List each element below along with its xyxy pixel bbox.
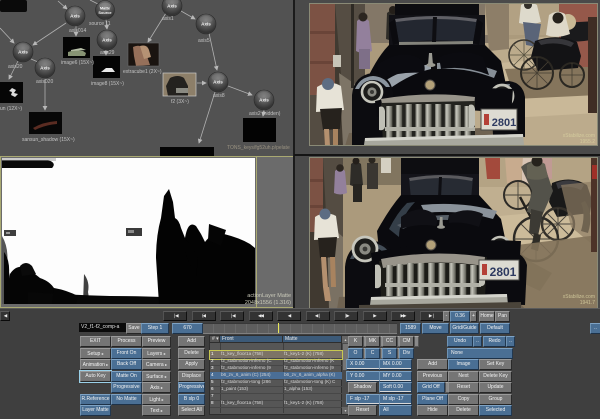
svg-text:axis5: axis5 [198,38,210,44]
svg-text:2801: 2801 [490,265,517,279]
svg-text:f2 (3X~): f2 (3X~) [171,99,189,105]
svg-text:1941.7: 1941.7 [580,300,596,306]
svg-text:axis1: axis1 [162,16,174,22]
svg-text:image8 (15X~): image8 (15X~) [91,81,124,87]
svg-text:1955.2: 1955.2 [580,139,596,145]
svg-text:Source: Source [98,10,112,15]
svg-text:axis20: axis20 [8,64,23,70]
svg-text:TONS_keys/fg52uh.p/pelate: TONS_keys/fg52uh.p/pelate [227,145,290,151]
svg-text:2801: 2801 [492,117,516,129]
svg-text:actionLayer Matte: actionLayer Matte [247,293,291,299]
svg-text:axis014: axis014 [69,28,86,34]
svg-text:axis29: axis29 [100,50,115,56]
svg-text:un (12X~): un (12X~) [0,106,22,112]
svg-text:axis2 (hidden): axis2 (hidden) [249,111,281,117]
svg-text:extracube1 (2X~): extracube1 (2X~) [123,69,162,75]
svg-text:image6 (15X~): image6 (15X~) [61,60,94,66]
svg-text:source 11: source 11 [89,21,111,27]
svg-text:axis8: axis8 [213,93,225,99]
svg-text:sansun_shadow (15X~): sansun_shadow (15X~) [22,137,75,143]
svg-text:axis020: axis020 [36,79,53,85]
svg-text:2048x1556 (1.316): 2048x1556 (1.316) [245,300,291,306]
